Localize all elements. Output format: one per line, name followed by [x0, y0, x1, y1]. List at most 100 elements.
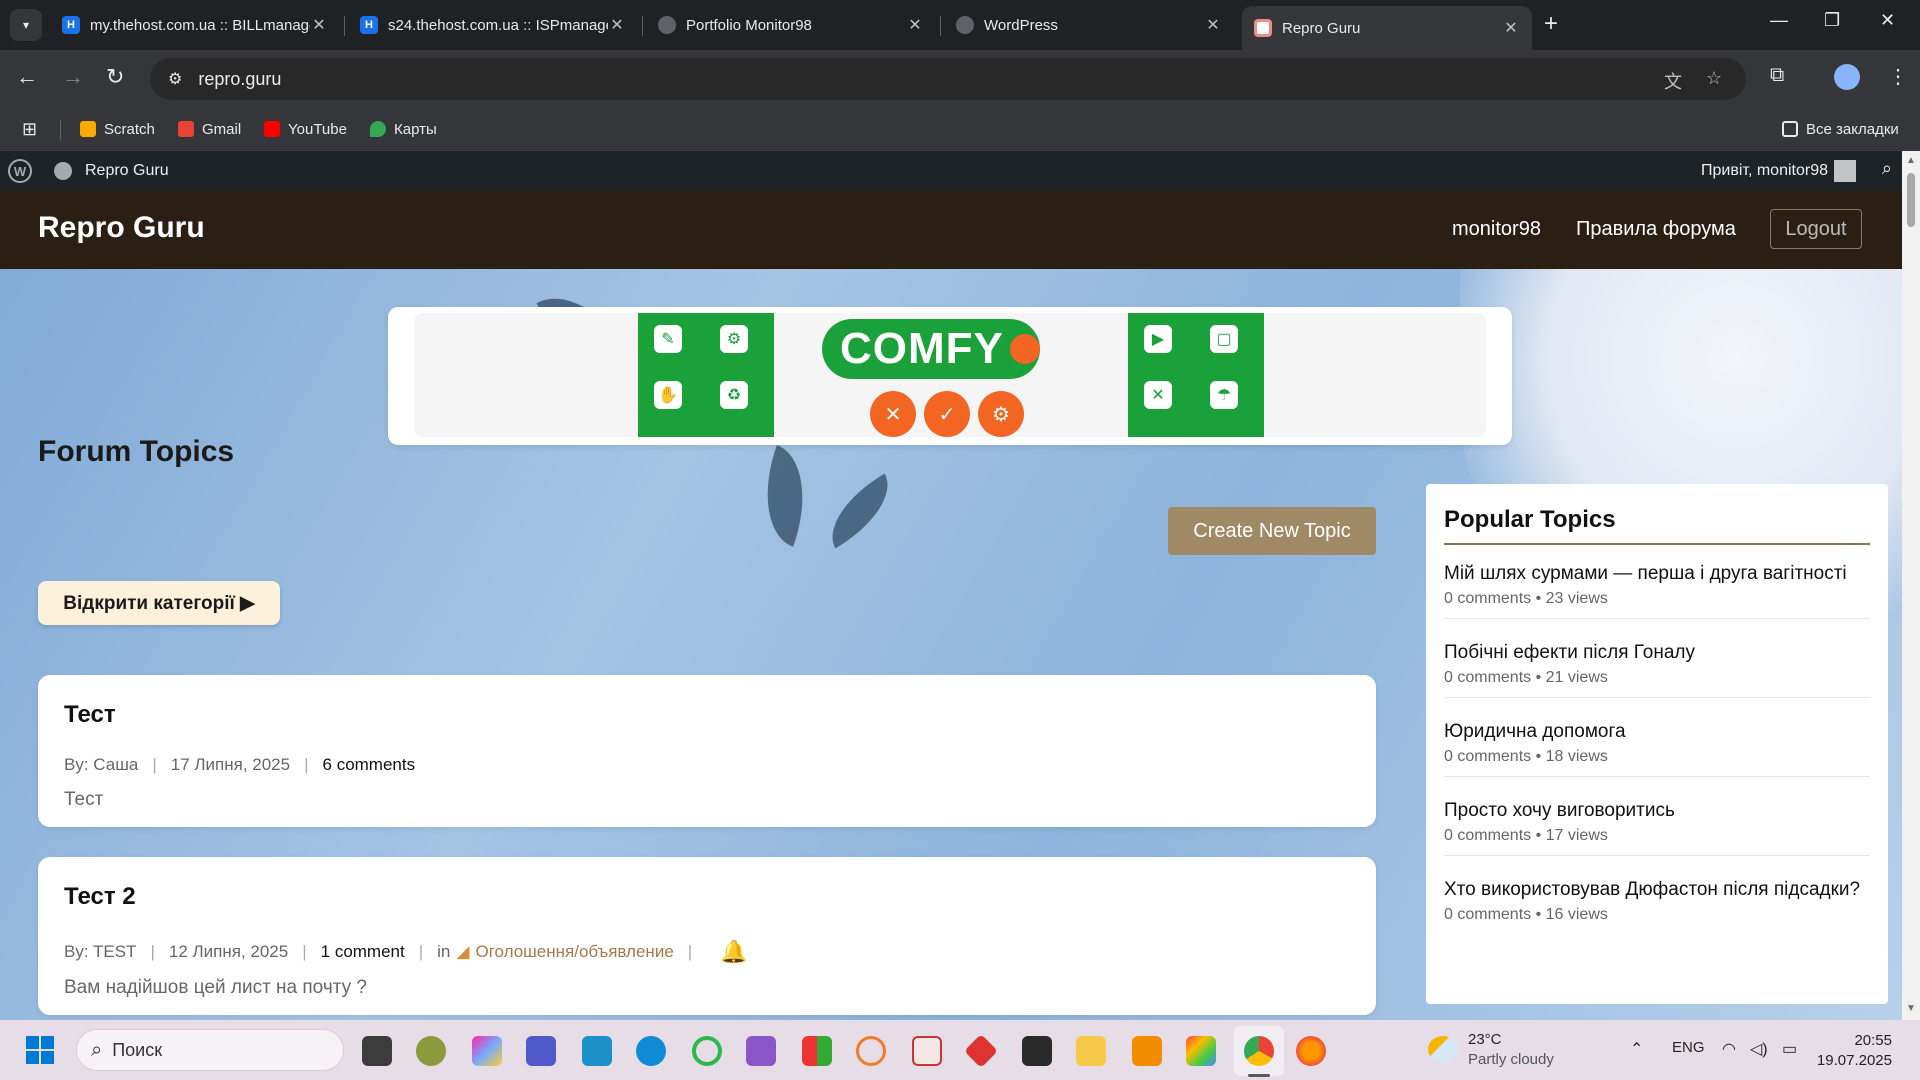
forward-icon[interactable]: →	[62, 64, 84, 90]
topic-card[interactable]: Тест By: Саша | 17 Липня, 2025 | 6 comme…	[38, 675, 1376, 827]
wp-admin-bar: W Repro Guru Привіт, monitor98 ⌕	[0, 151, 1902, 191]
windows-start-icon[interactable]	[26, 1036, 54, 1064]
topic-title[interactable]: Тест	[64, 701, 116, 729]
language-indicator[interactable]: ENG	[1672, 1039, 1705, 1056]
widgets-icon[interactable]	[416, 1036, 446, 1066]
url-text[interactable]: repro.guru	[198, 69, 281, 90]
close-tab-icon[interactable]: ✕	[1204, 15, 1222, 35]
clock-date: 19.07.2025	[1816, 1052, 1892, 1069]
topic-meta: By: TEST | 12 Липня, 2025 | 1 comment | …	[64, 939, 748, 965]
close-window-icon[interactable]: ✕	[1880, 10, 1895, 31]
logout-button[interactable]: Logout	[1770, 209, 1862, 249]
taskbar-clock[interactable]: 20:55 19.07.2025	[1817, 1031, 1892, 1071]
battery-icon[interactable]: ▭	[1782, 1039, 1797, 1059]
create-topic-button[interactable]: Create New Topic	[1168, 507, 1376, 555]
tray-chevron-up-icon[interactable]: ⌃	[1630, 1039, 1643, 1059]
copilot-icon[interactable]	[472, 1036, 502, 1066]
admin-greeting[interactable]: Привіт, monitor98	[1701, 162, 1828, 180]
topic-comments[interactable]: 1 comment	[321, 942, 405, 962]
site-brand[interactable]: Repro Guru	[38, 211, 205, 245]
all-bookmarks[interactable]: Все закладки	[1782, 114, 1899, 144]
popular-topic-item[interactable]: Побічні ефекти після Гоналу 0 comments •…	[1444, 641, 1870, 698]
popular-topic-title[interactable]: Хто використовував Дюфастон після підсад…	[1444, 878, 1870, 902]
task-view-icon[interactable]	[362, 1036, 392, 1066]
profile-avatar[interactable]	[1834, 64, 1860, 90]
admin-avatar[interactable]	[1834, 160, 1856, 182]
menu-item-rules[interactable]: Правила форума	[1576, 218, 1736, 241]
close-tab-icon[interactable]: ✕	[1502, 18, 1520, 38]
popular-topic-title[interactable]: Юридична допомога	[1444, 720, 1870, 744]
bookmark-youtube[interactable]: YouTube	[264, 114, 347, 144]
restore-icon[interactable]: ❐	[1824, 10, 1840, 31]
topic-category[interactable]: Оголошення/объявление	[475, 942, 673, 962]
file-explorer-icon[interactable]	[1076, 1036, 1106, 1066]
minimize-icon[interactable]: —	[1770, 10, 1788, 31]
bookmark-star-icon[interactable]: ☆	[1706, 68, 1722, 89]
weather-temp[interactable]: 23°C	[1468, 1031, 1502, 1048]
tab-ispmanager[interactable]: H s24.thehost.com.ua :: ISPmanager ✕	[348, 6, 638, 44]
teams-icon[interactable]	[526, 1036, 556, 1066]
wordpress-logo-icon[interactable]: W	[8, 159, 32, 183]
weather-desc[interactable]: Partly cloudy	[1468, 1051, 1554, 1068]
bookmark-gmail[interactable]: Gmail	[178, 114, 241, 144]
edge-icon[interactable]	[636, 1036, 666, 1066]
popular-topic-item[interactable]: Просто хочу виговоритись 0 comments • 17…	[1444, 799, 1870, 856]
menu-item-profile[interactable]: monitor98	[1452, 218, 1541, 241]
taskbar-search[interactable]: ⌕ Поиск	[76, 1029, 344, 1071]
close-tab-icon[interactable]: ✕	[310, 15, 328, 35]
page-scrollbar[interactable]: ▲ ▼	[1902, 151, 1920, 1020]
tab-repro-guru[interactable]: Repro Guru ✕	[1242, 6, 1532, 50]
sublime-icon[interactable]	[1132, 1036, 1162, 1066]
extensions-icon[interactable]: ⧉	[1770, 64, 1784, 87]
popular-topic-title[interactable]: Побічні ефекти після Гоналу	[1444, 641, 1870, 665]
reload-icon[interactable]: ↻	[106, 64, 124, 90]
menu-dots-icon[interactable]: ⋮	[1888, 64, 1908, 89]
ad-banner[interactable]: ✎ ⚙ ✋ ♻ ▶ ▢ ✕ ☂ COMFY ✕ ✓ ⚙	[388, 307, 1512, 445]
scroll-thumb[interactable]	[1907, 173, 1915, 227]
popular-topic-item[interactable]: Хто використовував Дюфастон після підсад…	[1444, 878, 1870, 934]
open-categories-button[interactable]: Відкрити категорії ▶	[38, 581, 280, 625]
site-header: Repro Guru monitor98 Правила форума Logo…	[0, 191, 1902, 269]
jupyter-icon[interactable]	[856, 1036, 886, 1066]
popular-topic-item[interactable]: Юридична допомога 0 comments • 18 views	[1444, 720, 1870, 777]
topic-card[interactable]: Тест 2 By: TEST | 12 Липня, 2025 | 1 com…	[38, 857, 1376, 1015]
firefox-icon[interactable]	[1296, 1036, 1326, 1066]
new-tab-icon[interactable]: +	[1544, 10, 1558, 38]
site-info-icon[interactable]: ⚙	[168, 69, 182, 89]
popular-topic-title[interactable]: Просто хочу виговоритись	[1444, 799, 1870, 823]
close-tab-icon[interactable]: ✕	[608, 15, 626, 35]
tab-search-button[interactable]: ▾	[10, 9, 42, 41]
terminal-icon[interactable]	[1022, 1036, 1052, 1066]
app-ring-icon[interactable]	[692, 1036, 722, 1066]
translate-icon[interactable]: 文	[1664, 68, 1682, 94]
scroll-down-icon[interactable]: ▼	[1906, 1003, 1916, 1014]
winrar-icon[interactable]	[802, 1036, 832, 1066]
bookmark-scratch[interactable]: Scratch	[80, 114, 155, 144]
bookmark-maps[interactable]: Карты	[370, 114, 437, 144]
popular-topic-title[interactable]: Мій шлях сурмами — перша і друга вагітно…	[1444, 562, 1870, 586]
popular-topic-item[interactable]: Мій шлях сурмами — перша і друга вагітно…	[1444, 562, 1870, 619]
search-icon[interactable]: ⌕	[1882, 158, 1892, 179]
bell-icon[interactable]: 🔔	[720, 939, 747, 965]
tab-portfolio[interactable]: Portfolio Monitor98 ✕	[646, 6, 936, 44]
topic-comments[interactable]: 6 comments	[323, 755, 416, 775]
app-icon[interactable]	[912, 1036, 942, 1066]
scroll-up-icon[interactable]: ▲	[1906, 155, 1916, 166]
tab-billmanager[interactable]: H my.thehost.com.ua :: BILLmanager ✕	[50, 6, 340, 44]
visual-studio-icon[interactable]	[746, 1036, 776, 1066]
ad-right-panel: ▶ ▢ ✕ ☂	[1128, 313, 1264, 437]
volume-icon[interactable]: ◁)	[1750, 1039, 1768, 1059]
topic-title[interactable]: Тест 2	[64, 883, 136, 911]
weather-partly-cloudy-icon[interactable]	[1428, 1036, 1458, 1062]
apps-icon[interactable]: ⊞	[22, 114, 37, 144]
wifi-icon[interactable]: ◠	[1722, 1039, 1736, 1059]
colorful-app-icon[interactable]	[1186, 1036, 1216, 1066]
git-icon[interactable]	[964, 1034, 998, 1068]
back-icon[interactable]: ←	[16, 64, 38, 90]
address-bar[interactable]: ⚙ repro.guru 文 ☆	[150, 58, 1746, 100]
bolt-app-icon[interactable]	[582, 1036, 612, 1066]
close-tab-icon[interactable]: ✕	[906, 15, 924, 35]
chrome-icon[interactable]	[1244, 1036, 1274, 1066]
admin-site-name[interactable]: Repro Guru	[85, 162, 169, 180]
tab-wordpress[interactable]: WordPress ✕	[944, 6, 1234, 44]
